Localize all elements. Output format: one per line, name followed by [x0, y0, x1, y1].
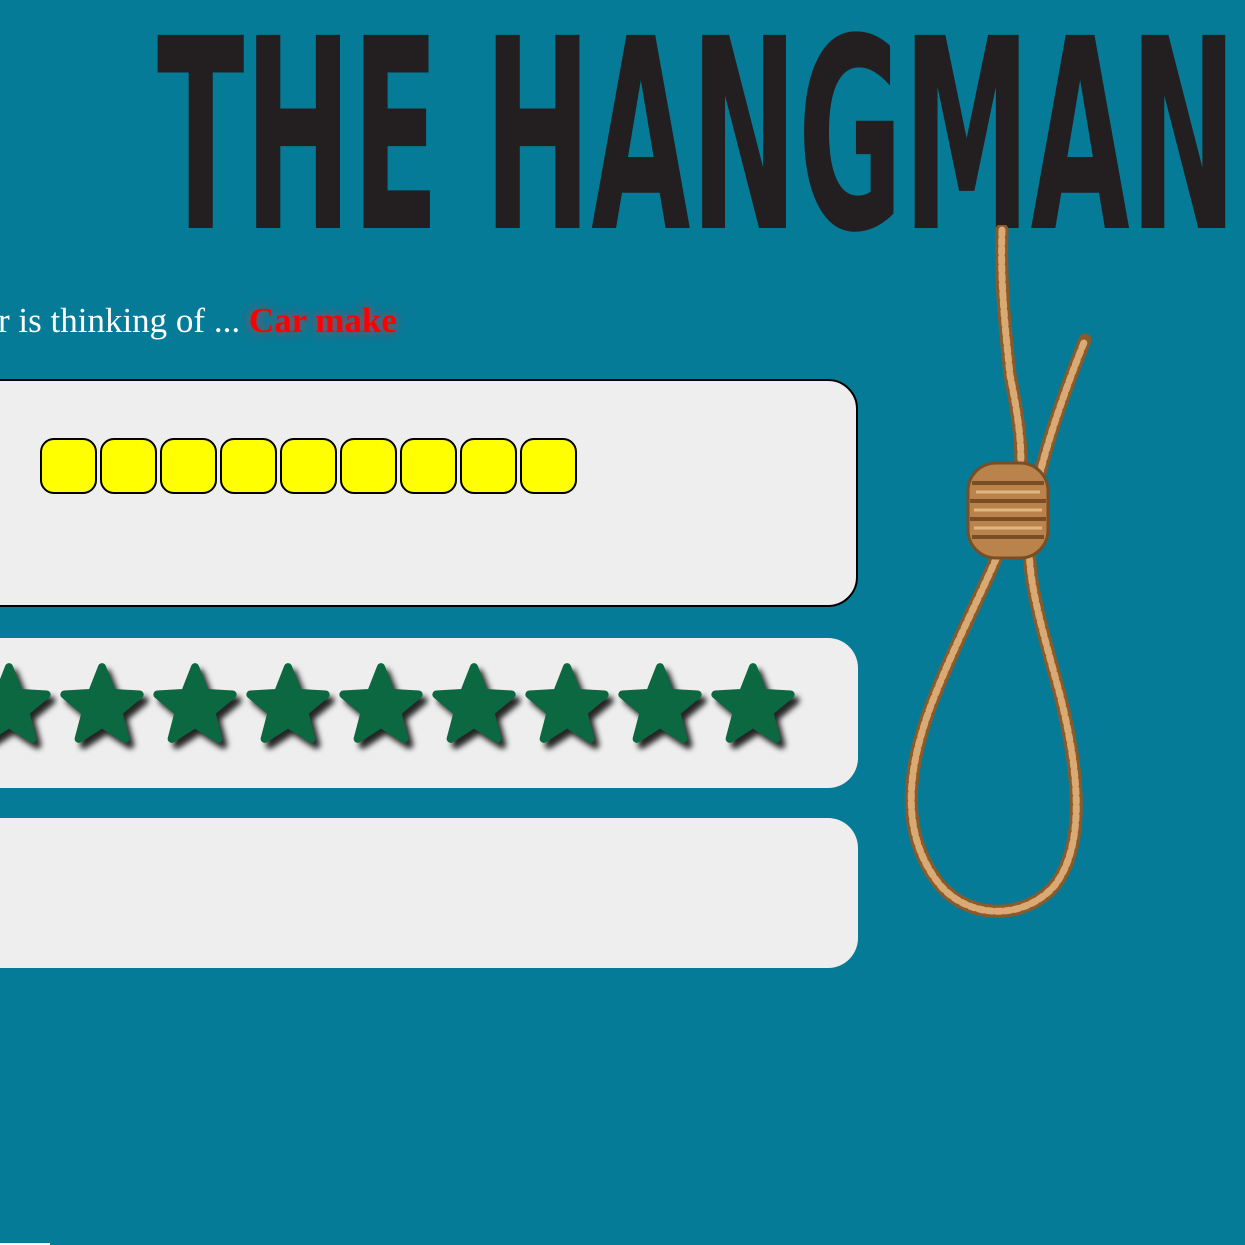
letter-slot — [460, 438, 517, 494]
letter-slot — [280, 438, 337, 494]
star-icon — [525, 663, 609, 743]
letter-slot — [220, 438, 277, 494]
noose-rope-image — [904, 225, 1092, 918]
letter-slot — [100, 438, 157, 494]
hidden-word — [40, 438, 577, 494]
game-title: THE HANGMAN — [157, 0, 1237, 250]
star-icon — [0, 663, 51, 743]
star-icon — [618, 663, 702, 743]
category-hint: r is thinking of ... Car make — [0, 298, 397, 344]
star-icon — [339, 663, 423, 743]
letter-slot — [400, 438, 457, 494]
lives-stars — [0, 660, 798, 750]
letter-slot — [160, 438, 217, 494]
star-icon — [153, 663, 237, 743]
guessed-letters-panel — [0, 818, 858, 968]
category-prompt: r is thinking of ... — [0, 301, 241, 340]
star-icon — [246, 663, 330, 743]
letter-slot — [520, 438, 577, 494]
game-title-logo: THE HANGMAN — [157, 0, 1237, 250]
star-icon — [60, 663, 144, 743]
letter-slot — [40, 438, 97, 494]
category-value: Car make — [248, 301, 397, 340]
star-icon — [432, 663, 516, 743]
letter-slot — [340, 438, 397, 494]
star-icon — [711, 663, 795, 743]
